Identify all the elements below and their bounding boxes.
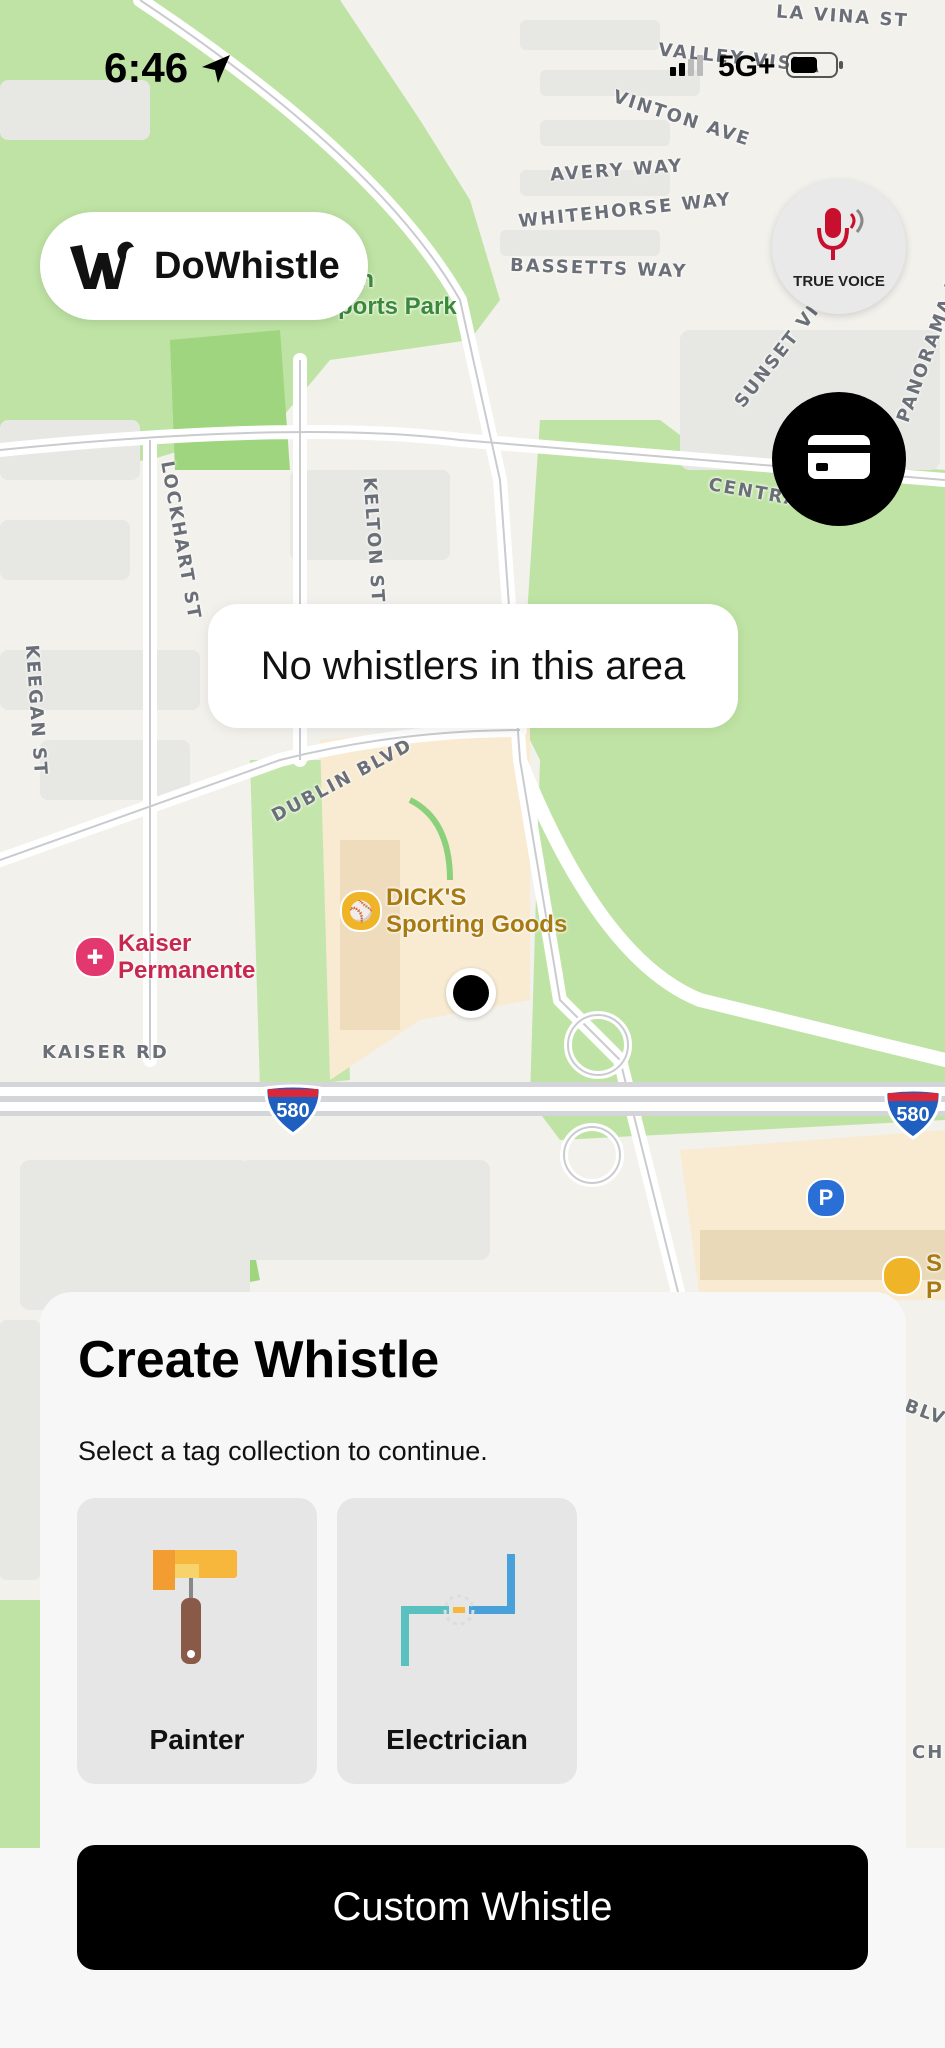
create-whistle-sheet: Create Whistle Select a tag collection t…: [40, 1292, 906, 1852]
brand-pill[interactable]: DoWhistle: [40, 212, 368, 320]
custom-whistle-label: Custom Whistle: [332, 1885, 613, 1929]
toast-message: No whistlers in this area: [260, 643, 686, 688]
dowhistle-logo-icon: [68, 239, 136, 293]
clock-text: 6:46: [104, 44, 189, 91]
sporting-goods-poi-icon[interactable]: ⚾: [340, 890, 382, 932]
signal-icon: [668, 54, 708, 81]
sheet-subtitle: Select a tag collection to continue.: [78, 1436, 488, 1466]
location-arrow-icon: [200, 47, 232, 95]
highway-number: 580: [896, 1104, 930, 1126]
highway-number: 580: [276, 1100, 310, 1122]
painter-label: Painter: [149, 1724, 245, 1755]
true-voice-label: TRUE VOICE: [793, 273, 885, 290]
user-location-marker[interactable]: [446, 968, 496, 1018]
parking-label: P: [818, 1185, 834, 1210]
street-label: KAISER RD: [42, 1042, 169, 1063]
highway-shield-icon: 580: [882, 1088, 944, 1140]
paint-roller-icon: [151, 1546, 243, 1671]
app-screen: LA VINA ST VALLEY VISTA VINTON AVE AVERY…: [0, 0, 945, 2048]
kaiser-label[interactable]: Kaiser Permanente: [118, 930, 255, 984]
brand-name: DoWhistle: [154, 244, 340, 287]
sheet-title: Create Whistle: [78, 1331, 440, 1389]
electrician-label: Electrician: [386, 1724, 528, 1755]
tag-card-electrician[interactable]: Electrician: [337, 1498, 577, 1784]
parking-icon[interactable]: P: [806, 1178, 846, 1218]
hospital-poi-icon[interactable]: ✚: [74, 936, 116, 978]
credit-card-icon: [806, 433, 872, 486]
street-label: CH: [912, 1742, 945, 1763]
wire-spark-icon: [397, 1548, 521, 1673]
status-indicators: 5G+: [668, 50, 844, 84]
wallet-button[interactable]: [772, 392, 906, 526]
location-dot: [453, 975, 489, 1011]
dicks-label[interactable]: DICK'S Sporting Goods: [386, 884, 567, 938]
network-type: 5G+: [718, 50, 776, 83]
shopping-poi-icon[interactable]: [882, 1256, 922, 1296]
status-time: 6:46: [104, 44, 232, 95]
battery-icon: [785, 51, 844, 84]
custom-whistle-button[interactable]: Custom Whistle: [77, 1845, 868, 1970]
tag-card-painter[interactable]: Painter: [77, 1498, 317, 1784]
microphone-icon: [807, 204, 871, 271]
no-whistlers-toast: No whistlers in this area: [208, 604, 738, 728]
true-voice-button[interactable]: TRUE VOICE: [772, 180, 906, 314]
partial-poi-label: S P: [926, 1250, 943, 1304]
highway-shield-icon: 580: [262, 1084, 324, 1136]
